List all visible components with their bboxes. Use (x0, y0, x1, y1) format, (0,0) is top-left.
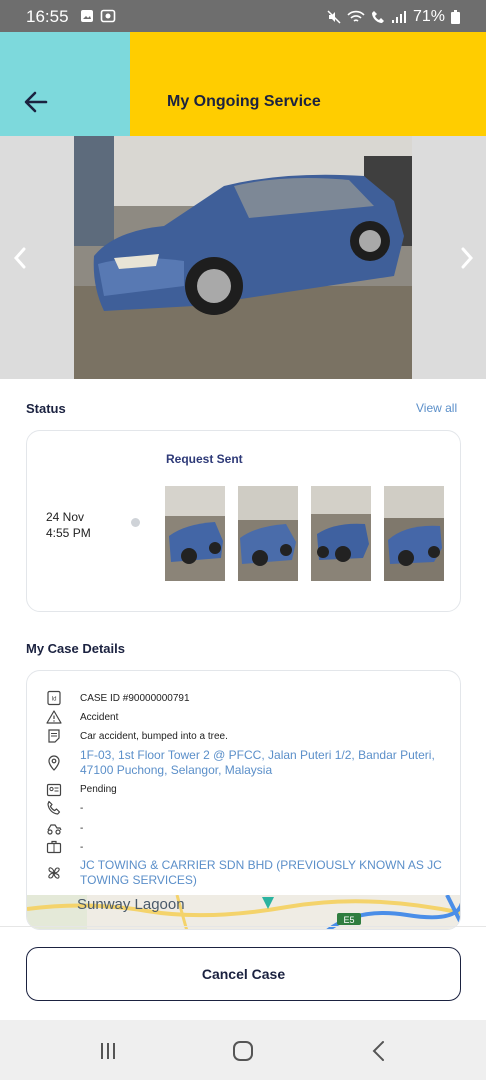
warning-icon (46, 710, 62, 724)
status-photo-thumbnails (165, 486, 444, 581)
carousel-next-icon[interactable] (455, 244, 479, 272)
signal-icon (391, 11, 406, 23)
status-card-icon (46, 783, 62, 797)
case-description: Car accident, bumped into a tree. (80, 731, 228, 742)
fan-icon (48, 867, 60, 879)
case-type: Accident (80, 712, 119, 723)
page-title: My Ongoing Service (167, 93, 321, 110)
footer-divider (0, 926, 486, 927)
status-timestamp: 24 Nov 4:55 PM (46, 509, 91, 541)
home-icon[interactable] (230, 1038, 256, 1064)
case-details-heading: My Case Details (26, 641, 125, 656)
status-timeline-card: 24 Nov 4:55 PM Request Sent (26, 430, 461, 612)
id-card-icon: Id (47, 690, 61, 706)
service-provider-link[interactable]: JC TOWING & CARRIER SDN BHD (PREVIOUSLY … (80, 858, 450, 888)
case-address-link[interactable]: 1F-03, 1st Floor Tower 2 @ PFCC, Jalan P… (80, 748, 450, 778)
case-status: Pending (80, 784, 117, 795)
case-map[interactable]: Sunway Lagoon E5 (27, 895, 460, 929)
map-place-label: Sunway Lagoon (77, 896, 185, 913)
note-icon (48, 729, 60, 743)
svg-text:Id: Id (51, 697, 56, 703)
timeline-dot (131, 518, 140, 527)
recent-apps-icon[interactable] (95, 1038, 121, 1064)
photo-thumbnail[interactable] (165, 486, 225, 581)
briefcase-icon (46, 840, 62, 854)
map-road-label: E5 (343, 915, 354, 925)
wifi-icon (347, 10, 365, 22)
battery-icon (451, 10, 460, 24)
photo-thumbnail[interactable] (384, 486, 444, 581)
carousel-prev-icon[interactable] (8, 244, 32, 272)
case-details-card: Id CASE ID #90000000791 Accident Car acc… (26, 670, 461, 930)
gallery-notification-icon (81, 10, 93, 22)
location-pin-icon (48, 755, 60, 771)
damaged-car-photo (74, 136, 412, 379)
header-accent-block (0, 32, 130, 136)
tow-vehicle-icon (47, 824, 62, 835)
system-nav-bar (0, 1020, 486, 1080)
call-icon (371, 11, 384, 23)
screenshot-notification-icon (100, 9, 116, 23)
case-vehicle: - (80, 823, 84, 834)
case-id: CASE ID #90000000791 (80, 693, 190, 704)
status-date: 24 Nov (46, 510, 85, 524)
photo-carousel[interactable] (0, 136, 486, 379)
status-time: 4:55 PM (46, 526, 91, 540)
status-heading: Status (26, 401, 66, 416)
back-nav-icon[interactable] (366, 1038, 392, 1064)
phone-icon (47, 800, 61, 815)
view-all-link[interactable]: View all (416, 401, 457, 415)
case-bag: - (80, 842, 84, 853)
cancel-case-button[interactable]: Cancel Case (26, 947, 461, 1001)
photo-thumbnail[interactable] (238, 486, 298, 581)
status-label: Request Sent (166, 452, 243, 466)
header-title-block (130, 32, 486, 136)
app-header: My Ongoing Service (0, 32, 486, 136)
battery-percent: 71% (412, 8, 445, 25)
status-bar: 16:55 71% (0, 0, 486, 32)
clock: 16:55 (26, 7, 69, 26)
photo-thumbnail[interactable] (311, 486, 371, 581)
mute-icon (327, 10, 341, 24)
back-arrow-icon[interactable] (22, 88, 50, 116)
case-phone: - (80, 803, 84, 814)
